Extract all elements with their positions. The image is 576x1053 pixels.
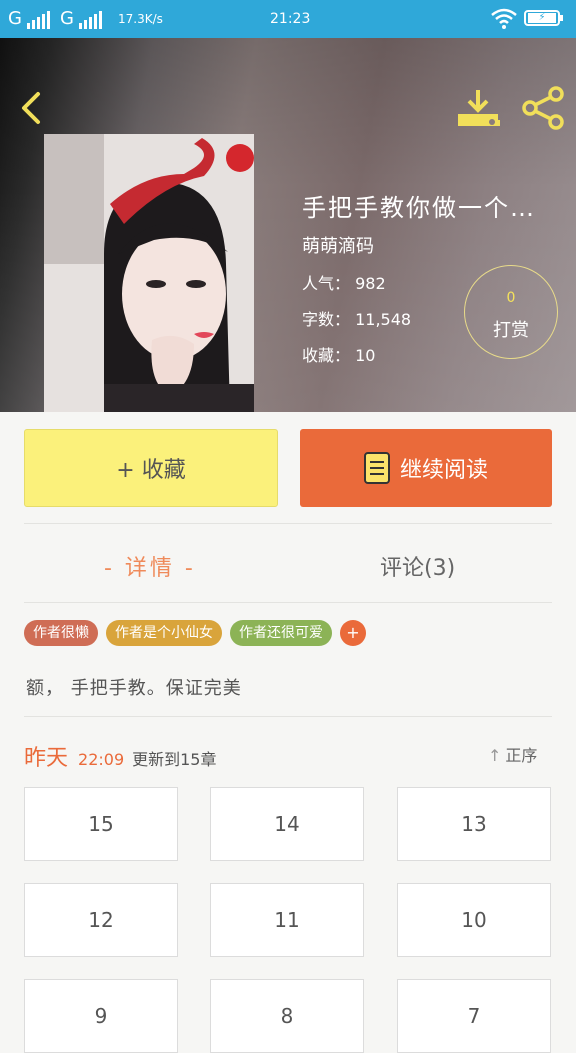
update-info: 昨天 22:09 更新到15章 xyxy=(24,740,217,772)
favorite-label: + 收藏 xyxy=(116,458,186,483)
book-author[interactable]: 萌萌滴码 xyxy=(302,232,374,258)
status-bar: G G 17.3K/s 21:23 ⚡ xyxy=(0,0,576,38)
arrow-up-icon: ↑ xyxy=(488,746,502,765)
chapter-button[interactable]: 14 xyxy=(210,787,364,861)
tag-list: 作者很懒 作者是个小仙女 作者还很可爱 + xyxy=(24,620,366,646)
divider xyxy=(24,602,552,603)
battery-charging: ⚡ xyxy=(528,13,556,23)
tab-comments[interactable]: 评论(3) xyxy=(380,550,455,582)
update-text: 更新到15章 xyxy=(132,750,217,769)
chapter-button[interactable]: 12 xyxy=(24,883,178,957)
network-speed: 17.3K/s xyxy=(118,12,163,26)
battery-icon: ⚡ xyxy=(524,10,563,26)
tab-details[interactable]: - 详情 - xyxy=(104,550,196,582)
tip-button[interactable]: 0 打赏 xyxy=(464,265,558,359)
tip-count: 0 xyxy=(506,290,516,306)
tag-chip[interactable]: 作者很懒 xyxy=(24,620,98,646)
book-title: 手把手教你做一个… xyxy=(302,194,536,222)
signal-bars-2-icon xyxy=(78,11,102,29)
chapter-button[interactable]: 15 xyxy=(24,787,178,861)
chapter-button[interactable]: 11 xyxy=(210,883,364,957)
signal-bars-1-icon xyxy=(26,11,50,29)
chapter-button[interactable]: 10 xyxy=(397,883,551,957)
book-icon xyxy=(363,452,390,484)
continue-reading-button[interactable]: 继续阅读 xyxy=(300,429,552,507)
sort-order-toggle[interactable]: ↑ 正序 xyxy=(488,742,537,766)
divider xyxy=(24,716,552,717)
popularity-stat: 人气： 982 xyxy=(302,274,386,293)
book-description: 额， 手把手教。保证完美 xyxy=(26,678,242,699)
divider xyxy=(24,523,552,524)
signal-label-1: G xyxy=(8,8,23,29)
tag-chip[interactable]: 作者还很可爱 xyxy=(230,620,332,646)
download-icon[interactable] xyxy=(456,86,504,130)
share-icon[interactable] xyxy=(520,86,568,130)
read-label: 继续阅读 xyxy=(399,458,488,483)
book-header: 手把手教你做一个… 萌萌滴码 人气： 982 字数： 11,548 收藏： 10… xyxy=(0,38,576,412)
chapter-button[interactable]: 7 xyxy=(397,979,551,1053)
cover-illustration xyxy=(44,134,254,412)
signal-label-2: G xyxy=(59,8,75,29)
sort-order-label: 正序 xyxy=(505,746,538,765)
signal-indicator: G G xyxy=(8,8,108,29)
book-cover-image[interactable] xyxy=(44,134,254,412)
update-time: 22:09 xyxy=(78,750,125,769)
tip-label: 打赏 xyxy=(493,320,529,341)
back-arrow-icon[interactable] xyxy=(14,88,54,128)
chapter-button[interactable]: 13 xyxy=(397,787,551,861)
add-to-favorites-button[interactable]: + 收藏 xyxy=(24,429,278,507)
add-tag-button[interactable]: + xyxy=(340,620,366,646)
chapter-button[interactable]: 9 xyxy=(24,979,178,1053)
chapter-button[interactable]: 8 xyxy=(210,979,364,1053)
favorites-stat: 收藏： 10 xyxy=(302,346,376,365)
update-day: 昨天 xyxy=(24,746,69,771)
tag-chip[interactable]: 作者是个小仙女 xyxy=(106,620,222,646)
clock: 21:23 xyxy=(270,11,311,27)
wifi-icon xyxy=(491,8,517,29)
wordcount-stat: 字数： 11,548 xyxy=(302,310,412,329)
